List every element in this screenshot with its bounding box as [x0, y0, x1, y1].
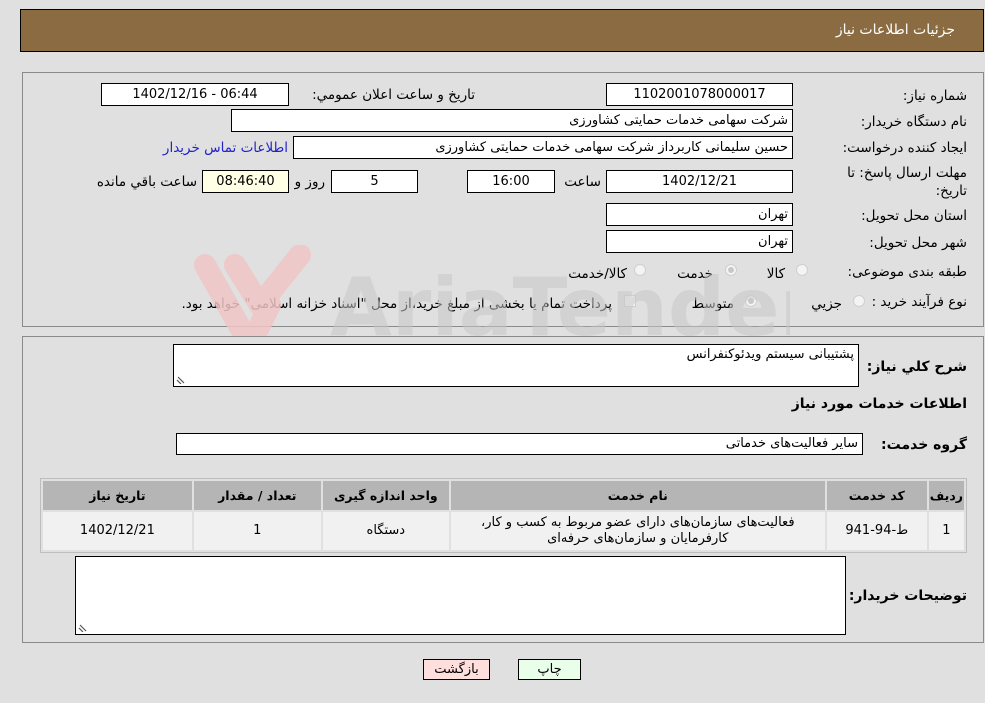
buyer-org-field: شرکت سهامی خدمات حمایتی کشاورزی [231, 109, 793, 132]
process-label: نوع فرآیند خرید : [871, 294, 967, 310]
category-option-service: خدمت [677, 266, 713, 282]
print-button[interactable]: چاپ [518, 659, 581, 680]
remaining-time-field: 08:46:40 [202, 170, 289, 193]
deadline-time-field: 16:00 [467, 170, 555, 193]
category-label: طبقه بندی موضوعی: [847, 264, 967, 280]
category-option-goods-service: کالا/خدمت [568, 266, 627, 282]
summary-value: پشتیبانی سیستم ویدئوکنفرانس [686, 347, 854, 362]
treasury-note: پرداخت تمام یا بخشی از مبلغ خرید،از محل … [181, 296, 612, 312]
process-radio-minor[interactable] [853, 295, 865, 307]
buyer-notes-label: توضیحات خریدار: [848, 588, 967, 604]
province-field: تهران [606, 203, 793, 226]
need-number-label: شماره نیاز: [902, 88, 967, 104]
service-group-label: گروه خدمت: [881, 437, 967, 453]
services-table: ردیف کد خدمت نام خدمت واحد اندازه گیری ت… [40, 478, 967, 553]
days-remaining-field: 5 [331, 170, 418, 193]
cell-service-code: ط-94-941 [826, 512, 927, 550]
deadline-label: مهلت ارسال پاسخ: تا تاریخ: [847, 165, 967, 199]
services-heading: اطلاعات خدمات مورد نیاز [791, 396, 967, 412]
page-title: جزئیات اطلاعات نیاز [835, 22, 955, 38]
buyer-notes-textarea[interactable] [75, 556, 846, 635]
col-header-service-name: نام خدمت [450, 481, 825, 510]
city-field: تهران [606, 230, 793, 253]
col-header-need-date: تاریخ نیاز [43, 481, 192, 510]
resize-grip-icon[interactable] [78, 622, 88, 632]
page-header: جزئیات اطلاعات نیاز [20, 9, 984, 52]
service-group-field: سایر فعالیت‌های خدماتی [176, 433, 863, 455]
resize-grip-icon[interactable] [176, 374, 186, 384]
cell-service-name: فعالیت‌های سازمان‌های دارای عضو مربوط به… [450, 512, 825, 550]
buyer-org-label: نام دستگاه خریدار: [860, 114, 967, 130]
col-header-quantity: تعداد / مقدار [193, 481, 321, 510]
remaining-label: ساعت باقي مانده [96, 174, 197, 190]
treasury-checkbox[interactable] [624, 295, 636, 307]
deadline-date-field: 1402/12/21 [606, 170, 793, 193]
category-radio-goods[interactable] [796, 264, 808, 276]
back-button[interactable]: بازگشت [423, 659, 490, 680]
col-header-unit: واحد اندازه گیری [322, 481, 449, 510]
process-option-medium: متوسط [691, 296, 734, 312]
deadline-time-label: ساعت [564, 174, 601, 190]
summary-textarea[interactable]: پشتیبانی سیستم ویدئوکنفرانس [173, 344, 859, 387]
announce-datetime-field: 1402/12/16 - 06:44 [101, 83, 289, 106]
category-option-goods: کالا [766, 266, 785, 282]
table-header-row: ردیف کد خدمت نام خدمت واحد اندازه گیری ت… [43, 481, 964, 510]
cell-row-number: 1 [928, 512, 964, 550]
category-radio-service[interactable] [725, 264, 737, 276]
table-row: 1 ط-94-941 فعالیت‌های سازمان‌های دارای ع… [43, 512, 964, 550]
summary-label: شرح كلي نياز: [866, 359, 967, 375]
buyer-contact-link[interactable]: اطلاعات تماس خریدار [163, 140, 288, 156]
creator-field: حسین سلیمانی کاربرداز شرکت سهامی خدمات ح… [293, 136, 793, 159]
province-label: استان محل تحویل: [861, 208, 967, 224]
process-radio-medium[interactable] [745, 295, 757, 307]
cell-need-date: 1402/12/21 [43, 512, 192, 550]
need-number-field: 1102001078000017 [606, 83, 793, 106]
cell-unit: دستگاه [322, 512, 449, 550]
days-label: روز و [294, 174, 325, 190]
cell-quantity: 1 [193, 512, 321, 550]
announce-label: تاریخ و ساعت اعلان عمومي: [312, 87, 475, 103]
city-label: شهر محل تحویل: [869, 235, 967, 251]
col-header-row-number: ردیف [928, 481, 964, 510]
col-header-service-code: کد خدمت [826, 481, 927, 510]
process-option-minor: جزیي [811, 296, 842, 312]
creator-label: ایجاد کننده درخواست: [842, 140, 967, 156]
announce-datetime-value: 1402/12/16 - 06:44 [132, 87, 258, 102]
category-radio-goods-service[interactable] [634, 264, 646, 276]
